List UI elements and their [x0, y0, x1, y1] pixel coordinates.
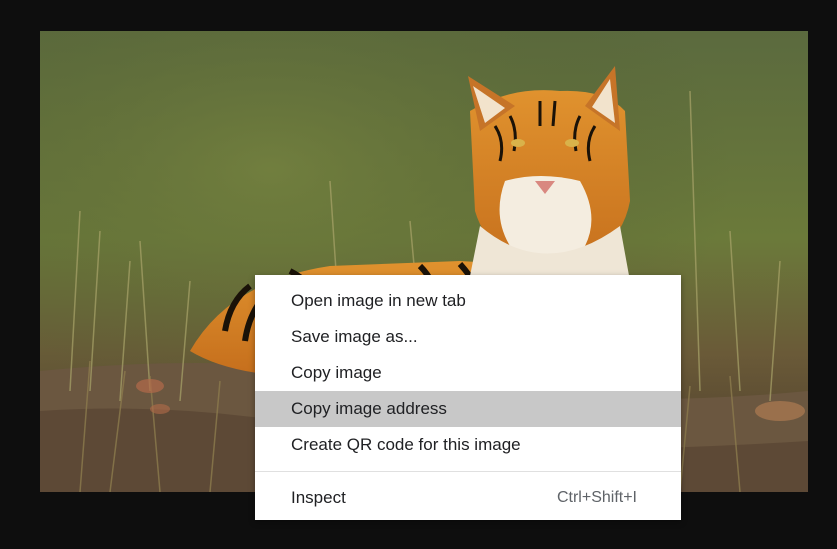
menu-item-copy-image[interactable]: Copy image: [255, 355, 681, 391]
menu-item-label: Create QR code for this image: [291, 435, 521, 454]
menu-separator: [255, 471, 681, 472]
menu-item-label: Inspect: [291, 488, 346, 507]
menu-item-label: Copy image address: [291, 399, 447, 418]
menu-item-create-qr-code[interactable]: Create QR code for this image: [255, 427, 681, 463]
menu-item-save-image-as[interactable]: Save image as...: [255, 319, 681, 355]
menu-item-inspect[interactable]: Inspect Ctrl+Shift+I: [255, 480, 681, 516]
menu-item-open-image-new-tab[interactable]: Open image in new tab: [255, 283, 681, 319]
menu-item-label: Copy image: [291, 363, 382, 382]
menu-item-shortcut: Ctrl+Shift+I: [556, 489, 637, 506]
menu-item-label: Open image in new tab: [291, 291, 466, 310]
menu-item-copy-image-address[interactable]: Copy image address: [255, 391, 681, 427]
context-menu: Open image in new tab Save image as... C…: [255, 275, 681, 520]
menu-item-label: Save image as...: [291, 327, 418, 346]
